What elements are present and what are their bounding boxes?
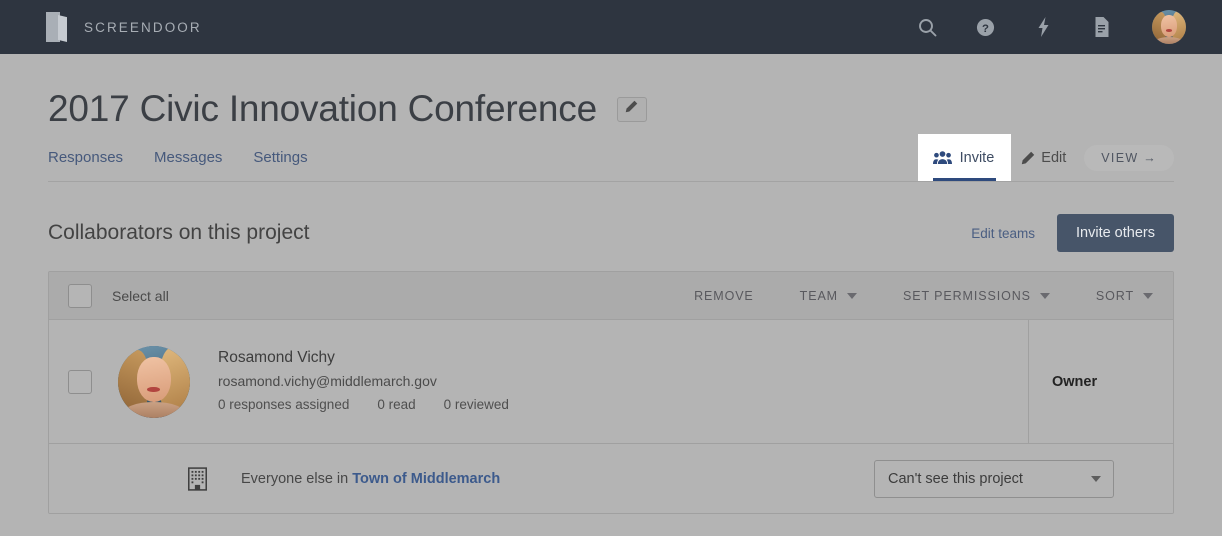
table-row[interactable]: Rosamond Vichy rosamond.vichy@middlemarc… xyxy=(49,320,1173,444)
organization-link[interactable]: Town of Middlemarch xyxy=(352,471,500,487)
user-avatar[interactable] xyxy=(1152,10,1186,44)
top-navigation-bar: SCREENDOOR ? xyxy=(0,0,1222,54)
stat-reviewed: 0 reviewed xyxy=(443,397,509,412)
invite-others-button[interactable]: Invite others xyxy=(1057,214,1174,252)
edit-title-button[interactable] xyxy=(616,96,647,122)
door-logo-icon xyxy=(46,12,68,42)
sort-label: SORT xyxy=(1095,288,1134,303)
avatar-photo xyxy=(118,345,190,418)
view-button[interactable]: VIEW → xyxy=(1084,144,1174,171)
organization-permission-value: Can't see this project xyxy=(888,470,1023,487)
team-dropdown[interactable]: TEAM xyxy=(800,289,857,303)
project-title-row: 2017 Civic Innovation Conference xyxy=(48,86,647,132)
select-all-checkbox[interactable] xyxy=(68,283,92,308)
select-all-label: Select all xyxy=(112,287,169,304)
app-page: SCREENDOOR ? 2017 Civic Innovation Confe… xyxy=(0,0,1222,536)
help-icon[interactable]: ? xyxy=(956,0,1014,54)
users-group-icon xyxy=(932,150,952,165)
set-permissions-dropdown[interactable]: SET PERMISSIONS xyxy=(903,289,1050,303)
sort-dropdown[interactable]: SORT xyxy=(1096,289,1153,303)
chevron-down-icon xyxy=(1143,292,1153,299)
row-select-checkbox[interactable] xyxy=(68,369,92,394)
tab-messages[interactable]: Messages xyxy=(154,144,222,172)
avatar xyxy=(118,345,190,418)
remove-label: REMOVE xyxy=(694,288,754,303)
lightning-icon[interactable] xyxy=(1014,0,1072,54)
svg-text:?: ? xyxy=(982,22,989,34)
brand-name: SCREENDOOR xyxy=(84,19,202,35)
collaborators-header-actions: Edit teams Invite others xyxy=(971,214,1174,252)
tab-action-group: Invite Edit VIEW → xyxy=(917,134,1174,181)
pencil-icon xyxy=(1021,151,1035,165)
collaborators-header: Collaborators on this project Edit teams… xyxy=(48,210,1174,256)
page-title: 2017 Civic Innovation Conference xyxy=(48,88,597,129)
stat-assigned: 0 responses assigned xyxy=(218,397,350,412)
chevron-down-icon xyxy=(1091,475,1101,482)
search-icon[interactable] xyxy=(898,0,956,54)
edit-teams-link[interactable]: Edit teams xyxy=(971,226,1035,241)
tab-settings[interactable]: Settings xyxy=(253,144,307,172)
pencil-icon xyxy=(625,100,638,118)
set-permissions-label: SET PERMISSIONS xyxy=(903,288,1031,303)
tab-responses[interactable]: Responses xyxy=(48,144,123,172)
team-label: TEAM xyxy=(799,288,838,303)
organization-permission-select[interactable]: Can't see this project xyxy=(874,459,1114,498)
toolbar-actions: REMOVE TEAM SET PERMISSIONS SORT xyxy=(648,289,1153,303)
collaborators-heading: Collaborators on this project xyxy=(48,221,310,244)
chevron-down-icon xyxy=(847,292,857,299)
organization-label: Everyone else in Town of Middlemarch xyxy=(241,471,500,487)
document-icon[interactable] xyxy=(1072,0,1130,54)
remove-button[interactable]: REMOVE xyxy=(694,289,754,303)
member-email: rosamond.vichy@middlemarch.gov xyxy=(218,373,437,389)
edit-project-button[interactable]: Edit xyxy=(1021,150,1066,166)
edit-project-label: Edit xyxy=(1041,149,1067,166)
collaborators-card: Select all REMOVE TEAM SET PERMISSIONS S… xyxy=(48,271,1174,514)
organization-row: Everyone else in Town of Middlemarch Can… xyxy=(49,444,1173,513)
stat-read: 0 read xyxy=(377,397,416,412)
building-icon xyxy=(187,466,211,491)
top-nav-icons: ? xyxy=(898,0,1186,54)
chevron-down-icon xyxy=(1039,292,1050,299)
tab-invite-label: Invite xyxy=(959,149,995,166)
organization-prefix: Everyone else in xyxy=(241,470,353,487)
project-tabs: Responses Messages Settings Invite Edit … xyxy=(48,134,1174,182)
member-name: Rosamond Vichy xyxy=(218,349,335,366)
collaborators-toolbar: Select all REMOVE TEAM SET PERMISSIONS S… xyxy=(49,272,1173,320)
tab-invite[interactable]: Invite xyxy=(917,134,1012,181)
member-stats: 0 responses assigned 0 read 0 reviewed xyxy=(218,393,509,417)
member-details: Rosamond Vichy rosamond.vichy@middlemarc… xyxy=(218,346,509,417)
brand-logo[interactable]: SCREENDOOR xyxy=(46,12,202,42)
avatar-photo xyxy=(1152,10,1186,44)
member-role-badge: Owner xyxy=(1028,320,1173,443)
